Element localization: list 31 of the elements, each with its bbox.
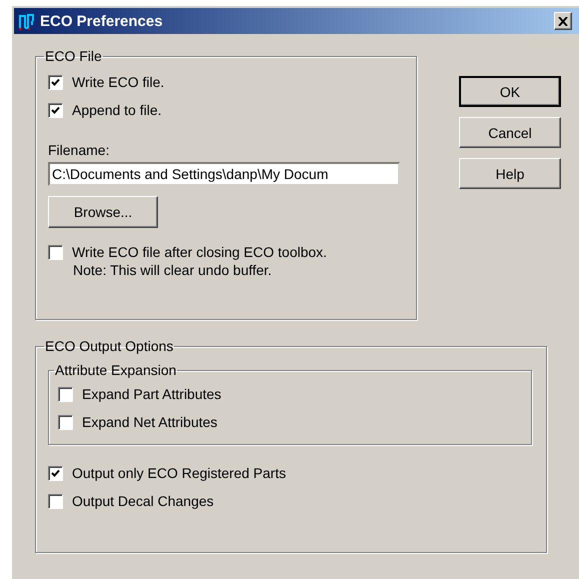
close-button[interactable] [554, 12, 572, 30]
app-logo-icon [18, 12, 36, 30]
checkbox[interactable] [48, 494, 63, 508]
checkmark-icon [51, 78, 60, 86]
checkbox[interactable] [48, 102, 63, 118]
checkbox[interactable] [48, 74, 63, 90]
window-title: ECO Preferences [40, 12, 164, 30]
checkbox-label[interactable]: Write ECO file after closing ECO toolbox. [72, 244, 327, 260]
checkbox-label[interactable]: Output Decal Changes [72, 493, 214, 509]
filename-field[interactable]: C:\Documents and Settings\danp\My Docum [48, 162, 400, 186]
group-title: Attribute Expansion [54, 362, 178, 378]
note-text: Note: This will clear undo buffer. [72, 262, 273, 278]
dialog-button[interactable]: OK [459, 76, 561, 107]
dialog-button[interactable]: Cancel [459, 117, 561, 148]
checkbox-label[interactable]: Output only ECO Registered Parts [72, 465, 286, 481]
checkbox[interactable] [48, 466, 63, 480]
checkbox-label[interactable]: Expand Net Attributes [82, 414, 218, 430]
checkbox-label[interactable]: Expand Part Attributes [82, 386, 222, 402]
checkbox-label[interactable]: Append to file. [72, 102, 162, 118]
dialog-button[interactable]: Help [459, 158, 561, 189]
checkbox[interactable] [48, 244, 63, 260]
browse-button[interactable]: Browse... [48, 196, 158, 228]
checkmark-icon [51, 106, 60, 114]
group-title: ECO File [44, 48, 103, 64]
group-title: ECO Output Options [44, 338, 174, 354]
checkbox[interactable] [58, 414, 73, 430]
checkmark-icon [51, 468, 60, 478]
close-icon [558, 16, 568, 26]
checkbox-label[interactable]: Write ECO file. [72, 74, 164, 90]
checkbox[interactable] [58, 386, 73, 402]
filename-label: Filename: [48, 142, 110, 158]
